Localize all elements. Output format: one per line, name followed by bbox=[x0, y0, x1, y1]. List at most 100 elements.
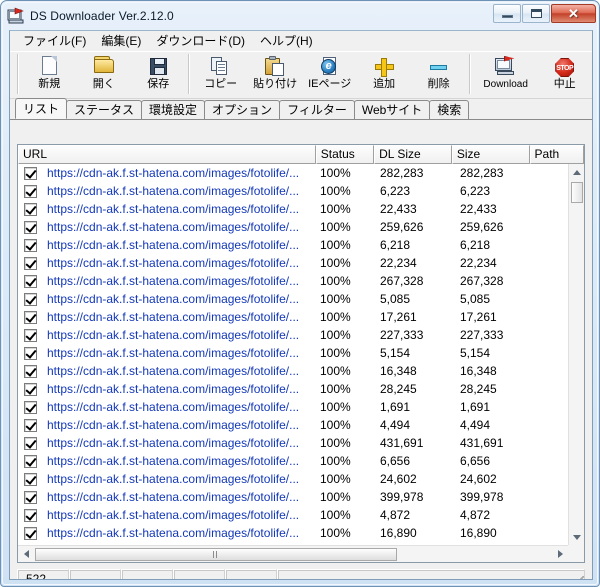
close-icon: ✕ bbox=[568, 6, 579, 21]
row-checkbox[interactable] bbox=[24, 454, 37, 468]
cell-status: 100% bbox=[320, 166, 351, 180]
cell-size: 259,626 bbox=[460, 220, 504, 234]
row-checkbox[interactable] bbox=[24, 346, 37, 360]
client-area: ファイル(F) 編集(E) ダウンロード(D) ヘルプ(H) 新規 開く 保存 bbox=[9, 30, 593, 580]
table-row[interactable]: https://cdn-ak.f.st-hatena.com/images/fo… bbox=[18, 416, 568, 434]
table-row[interactable]: https://cdn-ak.f.st-hatena.com/images/fo… bbox=[18, 218, 568, 236]
cell-status: 100% bbox=[320, 238, 351, 252]
status-bar: 522 bbox=[17, 569, 585, 579]
table-row[interactable]: https://cdn-ak.f.st-hatena.com/images/fo… bbox=[18, 452, 568, 470]
minus-delete-icon bbox=[427, 55, 451, 77]
table-row[interactable]: https://cdn-ak.f.st-hatena.com/images/fo… bbox=[18, 290, 568, 308]
row-checkbox[interactable] bbox=[24, 274, 37, 288]
column-header-path[interactable]: Path bbox=[529, 145, 584, 164]
scrollbar-grip-icon bbox=[213, 551, 219, 558]
toolbar-button-copy[interactable]: コピー bbox=[193, 52, 247, 96]
column-header-status[interactable]: Status bbox=[315, 145, 375, 164]
row-checkbox[interactable] bbox=[24, 472, 37, 486]
tab-status[interactable]: ステータス bbox=[66, 100, 143, 119]
table-row[interactable]: https://cdn-ak.f.st-hatena.com/images/fo… bbox=[18, 200, 568, 218]
maximize-button[interactable] bbox=[522, 4, 550, 23]
row-checkbox[interactable] bbox=[24, 166, 37, 180]
row-checkbox[interactable] bbox=[24, 238, 37, 252]
cell-status: 100% bbox=[320, 184, 351, 198]
table-row[interactable]: https://cdn-ak.f.st-hatena.com/images/fo… bbox=[18, 164, 568, 182]
cell-status: 100% bbox=[320, 454, 351, 468]
menu-item-download[interactable]: ダウンロード(D) bbox=[150, 32, 254, 50]
tab-search[interactable]: 検索 bbox=[429, 100, 470, 119]
toolbar-button-stop[interactable]: STOP 中止 bbox=[537, 52, 591, 96]
row-checkbox[interactable] bbox=[24, 256, 37, 270]
table-row[interactable]: https://cdn-ak.f.st-hatena.com/images/fo… bbox=[18, 344, 568, 362]
vertical-scrollbar[interactable] bbox=[568, 164, 584, 545]
table-row[interactable]: https://cdn-ak.f.st-hatena.com/images/fo… bbox=[18, 380, 568, 398]
toolbar-button-add[interactable]: 追加 bbox=[357, 52, 411, 96]
horizontal-scrollbar-thumb[interactable] bbox=[35, 548, 397, 561]
horizontal-scrollbar[interactable] bbox=[18, 545, 568, 562]
row-checkbox[interactable] bbox=[24, 508, 37, 522]
row-checkbox[interactable] bbox=[24, 382, 37, 396]
row-checkbox[interactable] bbox=[24, 310, 37, 324]
menu-item-help[interactable]: ヘルプ(H) bbox=[254, 32, 322, 50]
vertical-scrollbar-thumb[interactable] bbox=[571, 182, 583, 203]
tab-status-label: ステータス bbox=[74, 103, 135, 117]
cell-size: 5,154 bbox=[460, 346, 491, 360]
new-document-icon bbox=[37, 55, 61, 77]
close-button[interactable]: ✕ bbox=[551, 4, 596, 23]
minimize-button[interactable] bbox=[493, 4, 521, 23]
column-header-size[interactable]: Size bbox=[451, 145, 530, 164]
scroll-up-button[interactable] bbox=[569, 164, 584, 180]
table-row[interactable]: https://cdn-ak.f.st-hatena.com/images/fo… bbox=[18, 272, 568, 290]
row-checkbox[interactable] bbox=[24, 490, 37, 504]
row-checkbox[interactable] bbox=[24, 418, 37, 432]
menu-item-file[interactable]: ファイル(F) bbox=[17, 32, 95, 50]
row-checkbox[interactable] bbox=[24, 364, 37, 378]
table-row[interactable]: https://cdn-ak.f.st-hatena.com/images/fo… bbox=[18, 434, 568, 452]
table-row[interactable]: https://cdn-ak.f.st-hatena.com/images/fo… bbox=[18, 236, 568, 254]
row-checkbox[interactable] bbox=[24, 202, 37, 216]
table-row[interactable]: https://cdn-ak.f.st-hatena.com/images/fo… bbox=[18, 308, 568, 326]
tab-list[interactable]: リスト bbox=[15, 98, 68, 119]
toolbar-button-paste[interactable]: 貼り付け bbox=[248, 52, 302, 96]
toolbar-button-save-label: 保存 bbox=[147, 78, 170, 90]
table-row[interactable]: https://cdn-ak.f.st-hatena.com/images/fo… bbox=[18, 470, 568, 488]
table-row[interactable]: https://cdn-ak.f.st-hatena.com/images/fo… bbox=[18, 506, 568, 524]
toolbar-button-save[interactable]: 保存 bbox=[131, 52, 185, 96]
row-checkbox[interactable] bbox=[24, 184, 37, 198]
toolbar-button-delete[interactable]: 削除 bbox=[411, 52, 465, 96]
row-checkbox[interactable] bbox=[24, 436, 37, 450]
row-checkbox[interactable] bbox=[24, 292, 37, 306]
scroll-down-button[interactable] bbox=[569, 529, 584, 545]
row-checkbox[interactable] bbox=[24, 526, 37, 540]
row-checkbox[interactable] bbox=[24, 400, 37, 414]
cell-url: https://cdn-ak.f.st-hatena.com/images/fo… bbox=[47, 400, 300, 414]
tab-options-label: オプション bbox=[212, 103, 273, 117]
toolbar-separator-2 bbox=[468, 54, 471, 94]
tab-filter[interactable]: フィルター bbox=[279, 100, 355, 119]
cell-size: 399,978 bbox=[460, 490, 504, 504]
row-checkbox[interactable] bbox=[24, 328, 37, 342]
toolbar-button-ie-page[interactable]: e IEページ bbox=[302, 52, 356, 96]
table-row[interactable]: https://cdn-ak.f.st-hatena.com/images/fo… bbox=[18, 488, 568, 506]
toolbar-button-download[interactable]: Download bbox=[474, 52, 538, 96]
table-row[interactable]: https://cdn-ak.f.st-hatena.com/images/fo… bbox=[18, 254, 568, 272]
table-row[interactable]: https://cdn-ak.f.st-hatena.com/images/fo… bbox=[18, 398, 568, 416]
tab-options[interactable]: オプション bbox=[204, 100, 281, 119]
table-row[interactable]: https://cdn-ak.f.st-hatena.com/images/fo… bbox=[18, 326, 568, 344]
resize-grip-icon[interactable] bbox=[571, 576, 584, 579]
menu-item-edit[interactable]: 編集(E) bbox=[95, 32, 150, 50]
tab-website[interactable]: Webサイト bbox=[353, 100, 431, 119]
scroll-right-button[interactable] bbox=[552, 546, 568, 562]
row-checkbox[interactable] bbox=[24, 220, 37, 234]
tab-settings[interactable]: 環境設定 bbox=[141, 100, 206, 119]
toolbar-button-open[interactable]: 開く bbox=[76, 52, 130, 96]
scroll-left-button[interactable] bbox=[18, 546, 34, 562]
column-header-url[interactable]: URL bbox=[18, 145, 316, 164]
table-row[interactable]: https://cdn-ak.f.st-hatena.com/images/fo… bbox=[18, 362, 568, 380]
table-row[interactable]: https://cdn-ak.f.st-hatena.com/images/fo… bbox=[18, 524, 568, 542]
cell-status: 100% bbox=[320, 400, 351, 414]
toolbar-button-new[interactable]: 新規 bbox=[22, 52, 76, 96]
table-row[interactable]: https://cdn-ak.f.st-hatena.com/images/fo… bbox=[18, 182, 568, 200]
column-header-dl-size[interactable]: DL Size bbox=[374, 145, 452, 164]
cell-dl-size: 22,234 bbox=[380, 256, 417, 270]
